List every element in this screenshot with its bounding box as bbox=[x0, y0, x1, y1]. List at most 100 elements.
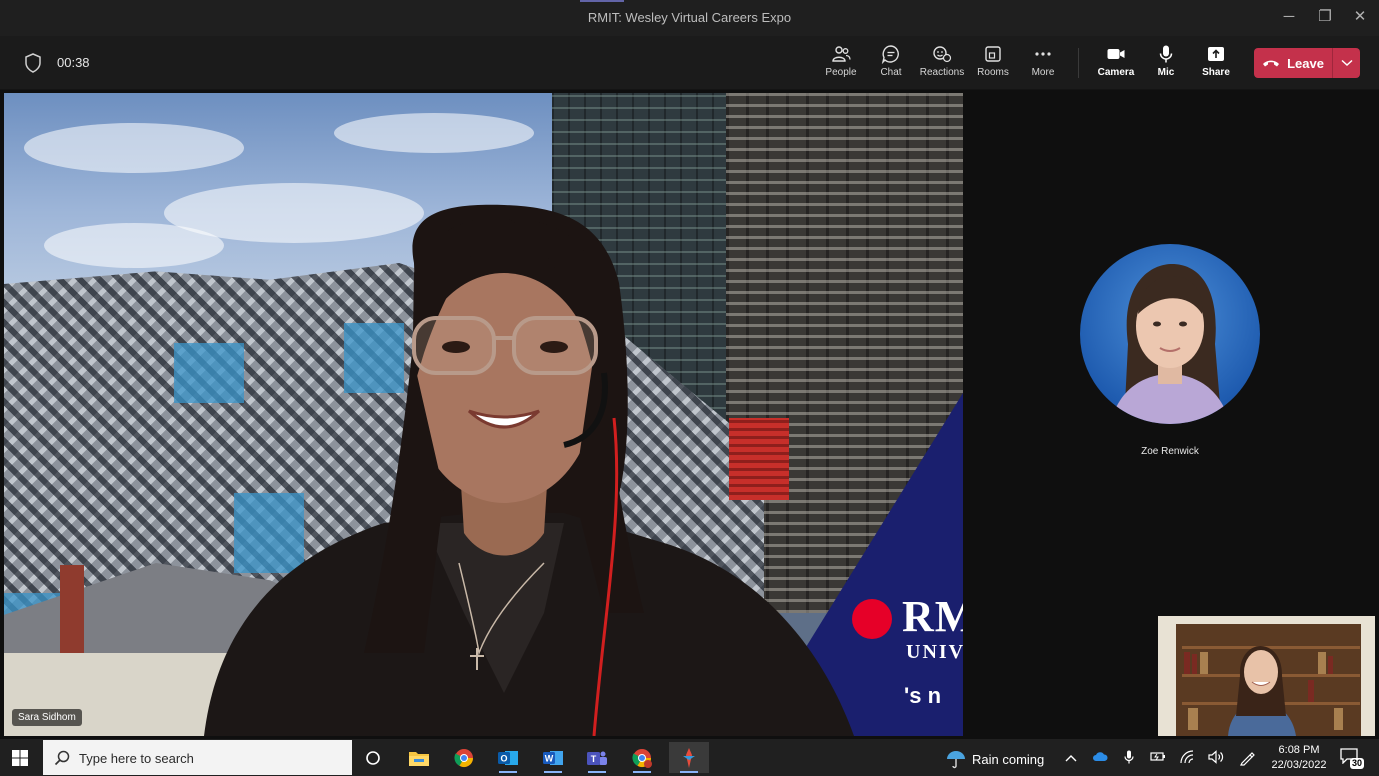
app-running-indicator bbox=[680, 771, 698, 773]
pinned-app-icon bbox=[683, 747, 695, 768]
notification-center-button[interactable]: 30 bbox=[1340, 748, 1366, 769]
windows-start-icon[interactable] bbox=[12, 750, 28, 766]
chrome-icon bbox=[454, 748, 473, 767]
microphone-icon bbox=[1124, 750, 1134, 764]
people-label: People bbox=[825, 67, 857, 78]
notification-badge: 30 bbox=[1350, 758, 1365, 769]
battery-icon bbox=[1150, 752, 1165, 761]
umbrella-icon bbox=[947, 751, 965, 769]
taskbar-clock[interactable]: 6:08 PM 22/03/2022 bbox=[1266, 743, 1332, 773]
cloud-icon bbox=[1093, 752, 1108, 761]
svg-text:T: T bbox=[591, 754, 597, 764]
self-view-video[interactable] bbox=[1158, 616, 1375, 736]
taskbar-teams[interactable]: T bbox=[580, 742, 614, 773]
toolbar-divider bbox=[1078, 48, 1079, 78]
rooms-label: Rooms bbox=[977, 67, 1009, 78]
taskbar-word[interactable]: W bbox=[536, 742, 570, 773]
taskbar-outlook[interactable]: O bbox=[491, 742, 525, 773]
speaker-icon bbox=[1208, 750, 1224, 764]
chat-label: Chat bbox=[880, 67, 902, 78]
leave-label: Leave bbox=[1287, 55, 1324, 71]
weather-widget[interactable]: Rain coming bbox=[946, 749, 1044, 769]
clock-time: 6:08 PM bbox=[1278, 744, 1320, 756]
phone-hangup-icon bbox=[1263, 60, 1280, 67]
self-view-frame bbox=[1158, 616, 1375, 736]
folder-icon bbox=[409, 751, 429, 766]
close-button[interactable]: ✕ bbox=[1348, 6, 1372, 28]
shield-icon[interactable] bbox=[24, 53, 42, 73]
people-button[interactable]: People bbox=[815, 44, 867, 84]
share-button[interactable]: Share bbox=[1190, 44, 1242, 84]
people-icon bbox=[832, 46, 851, 62]
avatar-portrait bbox=[1110, 264, 1230, 424]
search-placeholder: Type here to search bbox=[79, 751, 194, 766]
leave-button-group: Leave bbox=[1254, 48, 1360, 78]
chat-button[interactable]: Chat bbox=[865, 44, 917, 84]
svg-text:W: W bbox=[545, 753, 554, 763]
leave-options-button[interactable] bbox=[1334, 48, 1360, 78]
mic-tray-icon[interactable] bbox=[1121, 750, 1137, 766]
leave-button[interactable]: Leave bbox=[1254, 48, 1332, 78]
share-icon bbox=[1208, 47, 1224, 61]
svg-text:O: O bbox=[500, 753, 507, 763]
restore-button[interactable]: ❐ bbox=[1313, 6, 1337, 28]
participant-name: Zoe Renwick bbox=[1141, 446, 1199, 457]
reactions-button[interactable]: Reactions bbox=[916, 44, 968, 84]
more-label: More bbox=[1031, 67, 1055, 78]
app-running-indicator bbox=[499, 771, 517, 773]
meeting-timer: 00:38 bbox=[57, 55, 90, 70]
presenter-video bbox=[204, 204, 854, 736]
participant-avatar[interactable] bbox=[1080, 244, 1260, 424]
title-bar: RMIT: Wesley Virtual Careers Expo ─ ❐ ✕ bbox=[0, 0, 1379, 36]
app-running-indicator bbox=[544, 771, 562, 773]
task-view-button[interactable] bbox=[356, 742, 390, 773]
teams-icon: T bbox=[587, 751, 607, 765]
battery-tray-icon[interactable] bbox=[1150, 750, 1166, 766]
pen-icon bbox=[1240, 752, 1255, 766]
app-running-indicator bbox=[633, 771, 651, 773]
search-icon bbox=[54, 750, 70, 766]
app-running-indicator bbox=[588, 771, 606, 773]
camera-button[interactable]: Camera bbox=[1090, 44, 1142, 84]
more-icon bbox=[1035, 52, 1051, 56]
presenter-name-tag: Sara Sidhom bbox=[12, 709, 82, 726]
reactions-label: Reactions bbox=[919, 67, 965, 78]
taskbar-search-box[interactable]: Type here to search bbox=[43, 740, 352, 775]
volume-tray-icon[interactable] bbox=[1208, 750, 1224, 766]
clock-date: 22/03/2022 bbox=[1271, 759, 1327, 771]
taskbar-chrome[interactable] bbox=[447, 742, 481, 773]
reactions-icon bbox=[933, 46, 952, 63]
share-label: Share bbox=[1202, 67, 1230, 78]
taskbar-chrome-profile[interactable] bbox=[625, 742, 659, 773]
weather-text: Rain coming bbox=[972, 751, 1045, 767]
taskbar: Type here to search O W T Rain coming 6:… bbox=[0, 739, 1379, 776]
chrome-profile-icon bbox=[632, 748, 652, 768]
window-title: RMIT: Wesley Virtual Careers Expo bbox=[587, 10, 792, 25]
chevron-down-icon bbox=[1341, 59, 1353, 67]
camera-icon bbox=[1107, 49, 1125, 59]
camera-label: Camera bbox=[1097, 67, 1135, 78]
title-accent bbox=[580, 0, 624, 2]
rooms-icon bbox=[985, 46, 1001, 62]
task-view-icon bbox=[366, 750, 380, 765]
chevron-up-icon bbox=[1065, 755, 1077, 762]
wifi-tray-icon[interactable] bbox=[1179, 750, 1195, 766]
outlook-icon: O bbox=[498, 750, 518, 765]
main-video-tile[interactable]: RM UNIV 's n Sara Sidhom bbox=[4, 93, 963, 736]
mic-icon bbox=[1159, 45, 1173, 63]
wifi-icon bbox=[1180, 750, 1194, 764]
pen-tray-icon[interactable] bbox=[1239, 750, 1255, 766]
taskbar-file-explorer[interactable] bbox=[402, 742, 436, 773]
taskbar-active-app[interactable] bbox=[669, 742, 709, 773]
leave-separator bbox=[1332, 48, 1333, 78]
word-icon: W bbox=[543, 750, 563, 765]
meeting-toolbar: 00:38 People Chat Reactions Rooms More C… bbox=[0, 36, 1379, 90]
minimize-button[interactable]: ─ bbox=[1277, 6, 1301, 28]
mic-label: Mic bbox=[1157, 67, 1175, 78]
onedrive-tray-icon[interactable] bbox=[1092, 750, 1108, 766]
more-button[interactable]: More bbox=[1017, 44, 1069, 84]
chat-icon bbox=[881, 45, 899, 64]
rooms-button[interactable]: Rooms bbox=[967, 44, 1019, 84]
show-hidden-icons-button[interactable] bbox=[1063, 750, 1079, 766]
mic-button[interactable]: Mic bbox=[1140, 44, 1192, 84]
